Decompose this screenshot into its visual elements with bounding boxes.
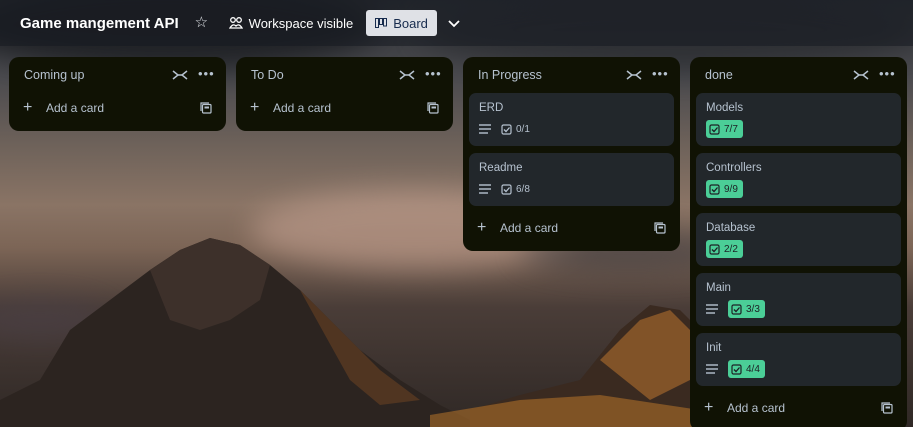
checklist-count: 3/3 [746, 303, 760, 315]
checklist-icon [709, 243, 720, 255]
add-card-label: Add a card [273, 101, 332, 115]
card[interactable]: Readme 6/8 [469, 153, 674, 206]
card-badges: 0/1 [479, 120, 664, 138]
plus-icon: + [23, 99, 33, 116]
template-icon[interactable] [200, 102, 212, 114]
checklist-count: 2/2 [724, 243, 738, 255]
list-title[interactable]: done [705, 68, 853, 82]
checklist-count: 0/1 [516, 123, 530, 135]
list-header: Coming up ••• [15, 57, 220, 93]
checklist-badge: 0/1 [501, 120, 534, 138]
card-title: Database [706, 222, 756, 234]
checklist-badge: 7/7 [706, 120, 743, 138]
list-header: done ••• [696, 57, 901, 93]
collapse-icon[interactable] [853, 69, 869, 81]
add-card-button[interactable]: + Add a card [469, 213, 674, 243]
card[interactable]: Controllers 9/9 [696, 153, 901, 206]
more-icon[interactable]: ••• [198, 67, 214, 81]
list-title[interactable]: To Do [251, 68, 399, 82]
workspace-icon [228, 17, 243, 29]
card[interactable]: Database 2/2 [696, 213, 901, 266]
star-icon[interactable]: ☆ [195, 15, 211, 31]
board-icon [375, 18, 388, 28]
add-card-label: Add a card [500, 221, 559, 235]
board-header: Game mangement API ☆ Workspace visible B… [0, 0, 913, 46]
description-icon [706, 304, 718, 314]
checklist-icon [709, 123, 720, 135]
description-icon [479, 184, 491, 194]
card-badges: 2/2 [706, 240, 891, 258]
card-title: Main [706, 282, 731, 294]
checklist-count: 9/9 [724, 183, 738, 195]
more-icon[interactable]: ••• [652, 67, 668, 81]
checklist-icon [731, 303, 742, 315]
list-header: In Progress ••• [469, 57, 674, 93]
more-icon[interactable]: ••• [425, 67, 441, 81]
add-card-button[interactable]: + Add a card [242, 93, 447, 123]
checklist-count: 7/7 [724, 123, 738, 135]
card-title: Controllers [706, 162, 762, 174]
list-column: To Do ••• + Add a card [236, 57, 453, 131]
list-header: To Do ••• [242, 57, 447, 93]
card[interactable]: Models 7/7 [696, 93, 901, 146]
card-badges: 9/9 [706, 180, 891, 198]
card-title: Models [706, 102, 744, 114]
board-title[interactable]: Game mangement API [20, 15, 179, 32]
list-column: done ••• Models 7/7 Controllers 9/9 Database 2/… [690, 57, 907, 427]
card[interactable]: Main 3/3 [696, 273, 901, 326]
card-badges: 3/3 [706, 300, 891, 318]
plus-icon: + [250, 99, 260, 116]
list-column: Coming up ••• + Add a card [9, 57, 226, 131]
collapse-icon[interactable] [626, 69, 642, 81]
board-view-label: Board [393, 15, 428, 31]
checklist-count: 6/8 [516, 183, 530, 195]
description-icon [479, 124, 491, 134]
add-card-label: Add a card [46, 101, 105, 115]
card[interactable]: ERD 0/1 [469, 93, 674, 146]
checklist-badge: 2/2 [706, 240, 743, 258]
card-title: Init [706, 342, 722, 354]
board-view-button[interactable]: Board [366, 10, 437, 36]
plus-icon: + [704, 399, 714, 416]
description-icon [706, 364, 718, 374]
checklist-badge: 3/3 [728, 300, 765, 318]
chevron-down-icon[interactable] [447, 16, 461, 30]
checklist-icon [731, 363, 742, 375]
checklist-icon [501, 123, 512, 135]
card[interactable]: Init 4/4 [696, 333, 901, 386]
template-icon[interactable] [654, 222, 666, 234]
checklist-badge: 4/4 [728, 360, 765, 378]
template-icon[interactable] [881, 402, 893, 414]
card-badges: 4/4 [706, 360, 891, 378]
checklist-badge: 9/9 [706, 180, 743, 198]
visibility-button[interactable]: Workspace visible [228, 15, 354, 31]
add-card-button[interactable]: + Add a card [696, 393, 901, 423]
checklist-icon [709, 183, 720, 195]
list-title[interactable]: In Progress [478, 68, 626, 82]
card-badges: 7/7 [706, 120, 891, 138]
collapse-icon[interactable] [172, 69, 188, 81]
add-card-label: Add a card [727, 401, 786, 415]
checklist-icon [501, 183, 512, 195]
card-title: Readme [479, 162, 523, 174]
collapse-icon[interactable] [399, 69, 415, 81]
card-badges: 6/8 [479, 180, 664, 198]
checklist-badge: 6/8 [501, 180, 534, 198]
template-icon[interactable] [427, 102, 439, 114]
list-title[interactable]: Coming up [24, 68, 172, 82]
visibility-label: Workspace visible [248, 15, 354, 31]
plus-icon: + [477, 219, 487, 236]
add-card-button[interactable]: + Add a card [15, 93, 220, 123]
card-title: ERD [479, 102, 504, 114]
checklist-count: 4/4 [746, 363, 760, 375]
list-column: In Progress ••• ERD 0/1 Readme 6/8 + Add a card [463, 57, 680, 251]
more-icon[interactable]: ••• [879, 67, 895, 81]
